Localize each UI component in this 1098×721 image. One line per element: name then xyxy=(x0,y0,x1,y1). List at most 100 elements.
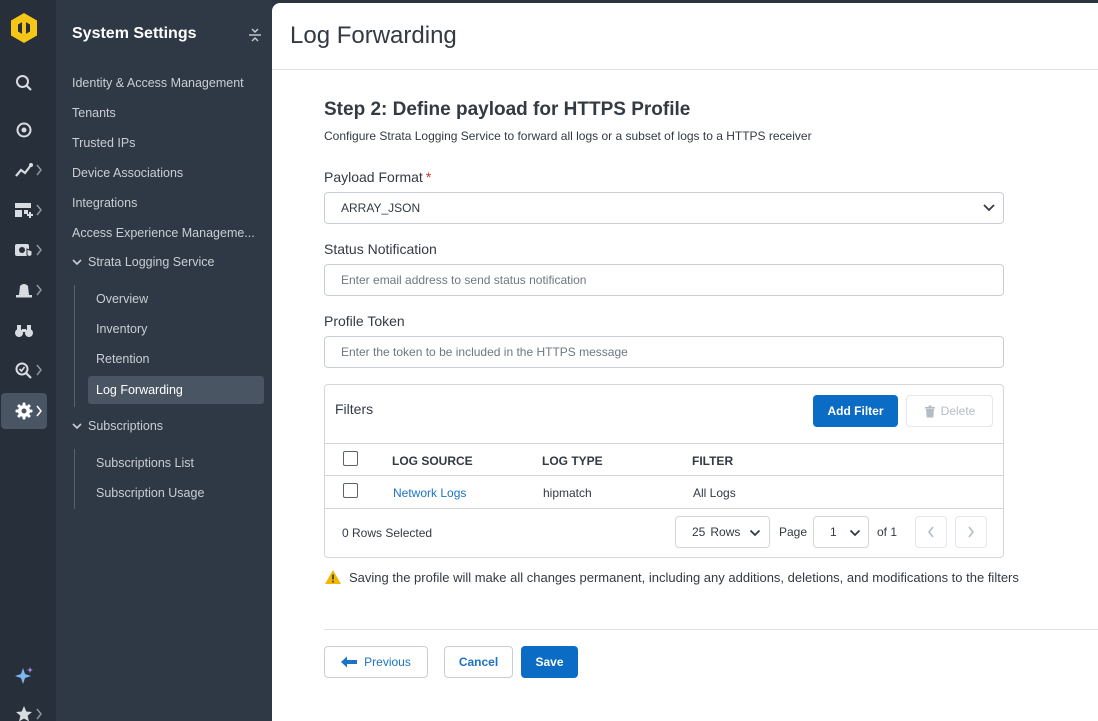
rows-per-page-select[interactable]: 25 Rows xyxy=(675,516,770,548)
page-select[interactable]: 1 xyxy=(813,516,869,548)
rail-settings[interactable] xyxy=(0,393,56,429)
chevron-right-icon xyxy=(968,526,975,538)
sidebar-title: System Settings xyxy=(72,25,197,42)
sidebar-item-subscription-usage[interactable]: Subscription Usage xyxy=(96,486,204,500)
sidebar-item-identity-access[interactable]: Identity & Access Management xyxy=(72,76,244,90)
page-value: 1 xyxy=(830,525,837,539)
alerts-icon xyxy=(12,278,36,302)
sidebar-item-trusted-ips[interactable]: Trusted IPs xyxy=(72,136,135,150)
filters-panel: Filters Add Filter Delete LOG SOURCE LOG… xyxy=(324,384,1004,558)
chevron-right-icon xyxy=(36,164,42,176)
sidebar-tree-line xyxy=(74,285,75,407)
save-button[interactable]: Save xyxy=(521,646,578,678)
delete-button-label: Delete xyxy=(940,404,976,418)
chevron-right-icon xyxy=(36,708,42,720)
next-page-button[interactable] xyxy=(955,516,987,548)
security-services-icon xyxy=(12,238,36,262)
chevron-left-icon xyxy=(927,526,934,538)
delete-filter-button[interactable]: Delete xyxy=(906,395,993,427)
payload-format-value: ARRAY_JSON xyxy=(341,201,421,215)
sidebar-item-integrations[interactable]: Integrations xyxy=(72,196,137,210)
rail-ai-assistant[interactable] xyxy=(0,658,56,694)
trash-icon xyxy=(924,405,935,417)
settings-sidebar: System Settings Identity & Access Manage… xyxy=(56,0,272,721)
chevron-down-icon xyxy=(749,529,761,537)
binoculars-icon xyxy=(12,318,36,342)
sidebar-tree-line xyxy=(74,449,75,509)
rows-selected-count: 0 Rows Selected xyxy=(342,526,433,540)
chevron-down-icon xyxy=(72,423,82,430)
filters-title: Filters xyxy=(335,401,374,417)
rail-dashboard[interactable] xyxy=(0,192,56,228)
add-filter-button[interactable]: Add Filter xyxy=(813,395,898,427)
collapse-sidebar-icon[interactable] xyxy=(248,27,262,43)
main-panel: Log Forwarding Step 2: Define payload fo… xyxy=(272,3,1098,721)
divider xyxy=(324,629,1098,630)
payload-format-select[interactable] xyxy=(324,192,1004,224)
column-header-log-type[interactable]: LOG TYPE xyxy=(542,454,603,468)
required-mark: * xyxy=(425,169,432,185)
sidebar-item-overview[interactable]: Overview xyxy=(96,292,148,306)
step-subtitle: Configure Strata Logging Service to forw… xyxy=(324,129,812,143)
table-header: LOG SOURCE LOG TYPE FILTER xyxy=(325,443,1003,476)
page-total: of 1 xyxy=(877,525,898,539)
page-label: Page xyxy=(779,525,808,539)
save-warning: Saving the profile will make all changes… xyxy=(324,569,1019,585)
profile-token-input[interactable] xyxy=(324,336,1004,368)
filter-cell: All Logs xyxy=(693,486,736,500)
rail-target[interactable] xyxy=(0,112,56,148)
rail-search[interactable] xyxy=(0,65,56,101)
warning-text: Saving the profile will make all changes… xyxy=(349,569,1019,585)
column-header-filter[interactable]: FILTER xyxy=(692,454,733,468)
rail-binoculars[interactable] xyxy=(0,312,56,348)
chevron-down-icon xyxy=(849,529,861,537)
status-notification-input[interactable] xyxy=(324,264,1004,296)
payload-format-label-text: Payload Format xyxy=(324,169,423,185)
sidebar-item-tenants[interactable]: Tenants xyxy=(72,106,116,120)
sidebar-group-label: Subscriptions xyxy=(88,419,164,433)
profile-token-label: Profile Token xyxy=(324,313,405,329)
status-notification-label: Status Notification xyxy=(324,241,437,257)
dashboard-icon xyxy=(12,198,36,222)
column-header-log-source[interactable]: LOG SOURCE xyxy=(392,454,473,468)
payload-format-label: Payload Format * xyxy=(324,169,431,185)
table-row: Network Logs hipmatch All Logs xyxy=(325,476,1003,509)
chevron-right-icon xyxy=(36,364,42,376)
row-checkbox[interactable] xyxy=(343,483,358,498)
rail-favorites[interactable] xyxy=(0,696,56,721)
sidebar-group-label: Strata Logging Service xyxy=(88,255,215,269)
sidebar-item-subscriptions-list[interactable]: Subscriptions List xyxy=(96,456,194,470)
investigate-icon xyxy=(12,358,36,382)
step-title: Step 2: Define payload for HTTPS Profile xyxy=(324,99,691,120)
rail-investigate[interactable] xyxy=(0,352,56,388)
rail-security-services[interactable] xyxy=(0,232,56,268)
sidebar-item-access-experience[interactable]: Access Experience Manageme... xyxy=(72,226,255,240)
search-icon xyxy=(12,71,36,95)
page-title: Log Forwarding xyxy=(290,22,457,49)
log-source-link[interactable]: Network Logs xyxy=(393,486,466,500)
sidebar-item-inventory[interactable]: Inventory xyxy=(96,322,147,336)
log-type-cell: hipmatch xyxy=(543,486,592,500)
divider xyxy=(272,69,1098,70)
analytics-icon xyxy=(12,158,36,182)
sidebar-group-subscriptions[interactable]: Subscriptions xyxy=(72,419,163,433)
chevron-right-icon xyxy=(36,204,42,216)
rail-alerts[interactable] xyxy=(0,272,56,308)
ai-sparkle-icon xyxy=(12,664,36,688)
sidebar-item-device-associations[interactable]: Device Associations xyxy=(72,166,183,180)
warning-icon xyxy=(325,570,341,584)
app-logo[interactable] xyxy=(9,12,39,44)
previous-button[interactable]: Previous xyxy=(324,646,428,678)
previous-page-button[interactable] xyxy=(915,516,947,548)
sidebar-item-retention[interactable]: Retention xyxy=(96,352,150,366)
star-icon xyxy=(12,702,36,721)
cancel-button[interactable]: Cancel xyxy=(444,646,513,678)
sidebar-item-log-forwarding[interactable]: Log Forwarding xyxy=(88,376,264,404)
icon-rail xyxy=(0,0,56,721)
rows-per-page-value: 25 xyxy=(692,525,706,539)
arrow-left-icon xyxy=(341,656,358,668)
select-all-checkbox[interactable] xyxy=(343,451,358,466)
rows-per-page-unit: Rows xyxy=(710,525,741,539)
rail-analytics[interactable] xyxy=(0,152,56,188)
sidebar-group-strata-logging[interactable]: Strata Logging Service xyxy=(72,255,214,269)
